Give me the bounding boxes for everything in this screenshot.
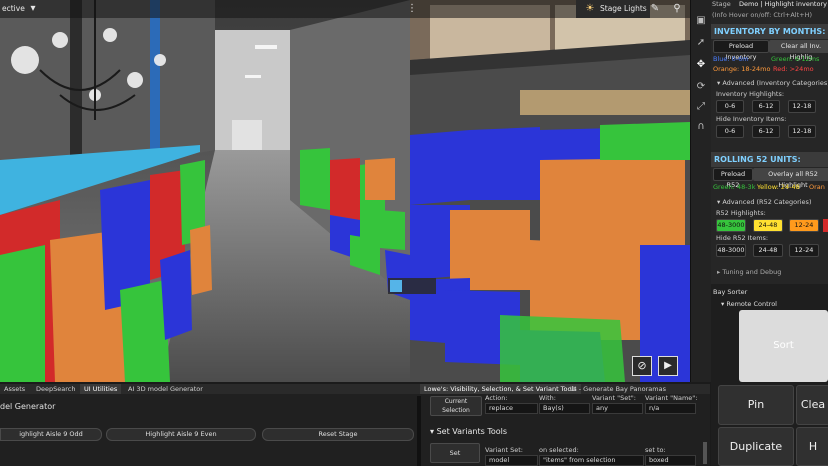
variant-name-select[interactable]: n/a: [645, 403, 696, 414]
tab-ui-utilities[interactable]: UI Utilities: [80, 384, 122, 394]
move-icon[interactable]: ✥: [694, 58, 708, 72]
set-button[interactable]: Set: [430, 443, 480, 463]
camera-icon[interactable]: ⊘: [632, 356, 652, 376]
panel-divider[interactable]: [417, 396, 421, 466]
r52-hide-48-3000[interactable]: 48-3000: [716, 244, 746, 257]
overlay-r52-button[interactable]: Overlay all R52 Highlight: [753, 168, 828, 189]
r52-hide-24-48[interactable]: 24-48: [753, 244, 783, 257]
with-select[interactable]: Bay(s): [539, 403, 590, 414]
tuning-toggle[interactable]: ▸ Tuning and Debug: [717, 268, 781, 276]
3d-viewport[interactable]: ective ▾ ⋮ ☀ Stage Lights ✎ ⚲ ⊘ ▶: [0, 0, 690, 382]
pin-icon[interactable]: ⚲: [670, 2, 684, 16]
clear-inventory-button[interactable]: Clear all Inv. Highlig: [769, 40, 828, 61]
viewport-side-toolbar: ▣ ➚ ✥ ⟳ ⤢ ∩: [690, 0, 711, 382]
perspective-label[interactable]: ective: [2, 4, 25, 13]
legend-green: Green: 6-12ms: [771, 55, 820, 63]
r52-highlight-24-48[interactable]: 24-48: [753, 219, 783, 232]
bottom-dock: Assets DeepSearch UI Utilities AI 3D mod…: [0, 384, 710, 466]
on-selected-field[interactable]: "items" from selection: [539, 455, 644, 466]
hide-r52-label: Hide R52 Items:: [716, 234, 769, 242]
scale-icon[interactable]: ⤢: [694, 100, 708, 114]
h-button[interactable]: H: [796, 427, 828, 466]
tab-deepsearch[interactable]: DeepSearch: [32, 384, 79, 394]
sun-icon: ☀: [585, 3, 595, 14]
tab-assets[interactable]: Assets: [0, 384, 29, 394]
action-select[interactable]: replace: [485, 403, 538, 414]
highlight-aisle-odd-button[interactable]: ighlight Aisle 9 Odd: [0, 428, 102, 441]
legend-blue: Blue: 0-6m: [713, 55, 749, 63]
tab-ai-3d-model-generator[interactable]: AI 3D model Generator: [124, 384, 207, 394]
r52-highlight-12-24[interactable]: 12-24: [789, 219, 819, 232]
r52-highlight-red-swatch[interactable]: [823, 219, 828, 232]
cursor-icon[interactable]: ➚: [694, 36, 708, 50]
variant-set-field-label: Variant Set:: [485, 446, 523, 454]
tuning-label: Tuning and Debug: [722, 268, 782, 276]
properties-panel: Stage Demo | Highlight inventory Ex (Inf…: [711, 0, 828, 382]
hide-inventory-label: Hide Inventory Items:: [716, 115, 787, 123]
variant-set-select[interactable]: any: [592, 403, 643, 414]
clear-button[interactable]: Clea: [796, 385, 828, 425]
set-to-field[interactable]: boxed: [645, 455, 696, 466]
r52-legend-orange: Oran: [809, 183, 825, 191]
advanced-inventory-toggle[interactable]: ▾ Advanced (Inventory Categories): [717, 79, 828, 87]
scrollbar[interactable]: [703, 442, 707, 464]
play-icon[interactable]: ▶: [658, 356, 678, 376]
bay-sorter-title: Bay Sorter: [713, 288, 748, 296]
r52-legend-green: Green: 48-3k: [713, 183, 756, 191]
inv-hide-12-18[interactable]: 12-18: [788, 125, 816, 138]
r52-legend-yellow: Yellow: 24-48: [757, 183, 800, 191]
variant-name-label: Variant "Name":: [645, 394, 698, 402]
set-variants-title: Set Variants Tools: [436, 427, 508, 436]
tab-visibility-tools[interactable]: Lowe's: Visibility, Selection, & Set Var…: [420, 384, 581, 394]
set-variants-toggle[interactable]: ▾ Set Variants Tools: [430, 427, 507, 436]
stage-title: Demo | Highlight inventory Ex: [739, 0, 828, 8]
advanced-r52-label: Advanced (R52 Categories): [722, 198, 812, 206]
reset-stage-button[interactable]: Reset Stage: [262, 428, 414, 441]
pin-button[interactable]: Pin: [718, 385, 794, 425]
pen-icon[interactable]: ✎: [648, 2, 662, 16]
rolling-header: ROLLING 52 UNITS:: [711, 152, 828, 167]
r52-hide-12-24[interactable]: 12-24: [789, 244, 819, 257]
remote-control-label: Remote Control: [726, 300, 777, 308]
preload-r52-button[interactable]: Preload R52: [713, 168, 753, 189]
preload-inventory-button[interactable]: Preload Inventory: [713, 40, 769, 61]
grid-icon[interactable]: ⋮: [405, 2, 419, 16]
inv-hide-0-6[interactable]: 0-6: [716, 125, 744, 138]
variant-set-field[interactable]: model: [485, 455, 538, 466]
advanced-inventory-label: Advanced (Inventory Categories): [722, 79, 828, 87]
current-selection-button[interactable]: Current Selection: [430, 396, 482, 416]
inv-highlight-12-18[interactable]: 12-18: [788, 100, 816, 113]
variant-set-label: Variant "Set":: [592, 394, 636, 402]
remote-control-grid: Pin Clea Duplicate H: [711, 382, 828, 466]
tab-bay-panoramas[interactable]: UI - Generate Bay Panoramas: [566, 384, 670, 394]
rotate-icon[interactable]: ⟳: [694, 80, 708, 94]
stage-lights-label[interactable]: Stage Lights: [600, 4, 647, 13]
legend-orange: Orange: 18-24mo: [713, 65, 771, 73]
chevron-down-icon[interactable]: ▾: [26, 2, 40, 16]
remote-control-toggle[interactable]: ▾ Remote Control: [721, 300, 777, 308]
inv-highlight-0-6[interactable]: 0-6: [716, 100, 744, 113]
with-label: With:: [539, 394, 556, 402]
select-frame-icon[interactable]: ▣: [694, 14, 708, 28]
set-to-label: set to:: [645, 446, 666, 454]
inventory-highlights-label: Inventory Highlights:: [716, 90, 785, 98]
on-selected-label: on selected:: [539, 446, 579, 454]
sort-button[interactable]: Sort: [739, 310, 828, 382]
r52-highlight-48-3000[interactable]: 48-3000: [716, 219, 746, 232]
r52-highlights-label: R52 Highlights:: [716, 209, 766, 217]
model-generator-title: del Generator: [0, 402, 56, 411]
duplicate-button[interactable]: Duplicate: [718, 427, 794, 466]
legend-red: Red: >24mo: [773, 65, 814, 73]
action-label: Action:: [485, 394, 508, 402]
magnet-icon[interactable]: ∩: [694, 120, 708, 134]
warehouse-scene: [0, 0, 690, 382]
advanced-r52-toggle[interactable]: ▾ Advanced (R52 Categories): [717, 198, 811, 206]
inventory-header: INVENTORY BY MONTHS:: [711, 24, 828, 39]
inv-highlight-6-12[interactable]: 6-12: [752, 100, 780, 113]
highlight-aisle-even-button[interactable]: Highlight Aisle 9 Even: [106, 428, 256, 441]
inv-hide-6-12[interactable]: 6-12: [752, 125, 780, 138]
stage-label: Stage: [712, 0, 731, 8]
hover-hint: (Info Hover on/off: Ctrl+Alt+H): [712, 11, 813, 19]
